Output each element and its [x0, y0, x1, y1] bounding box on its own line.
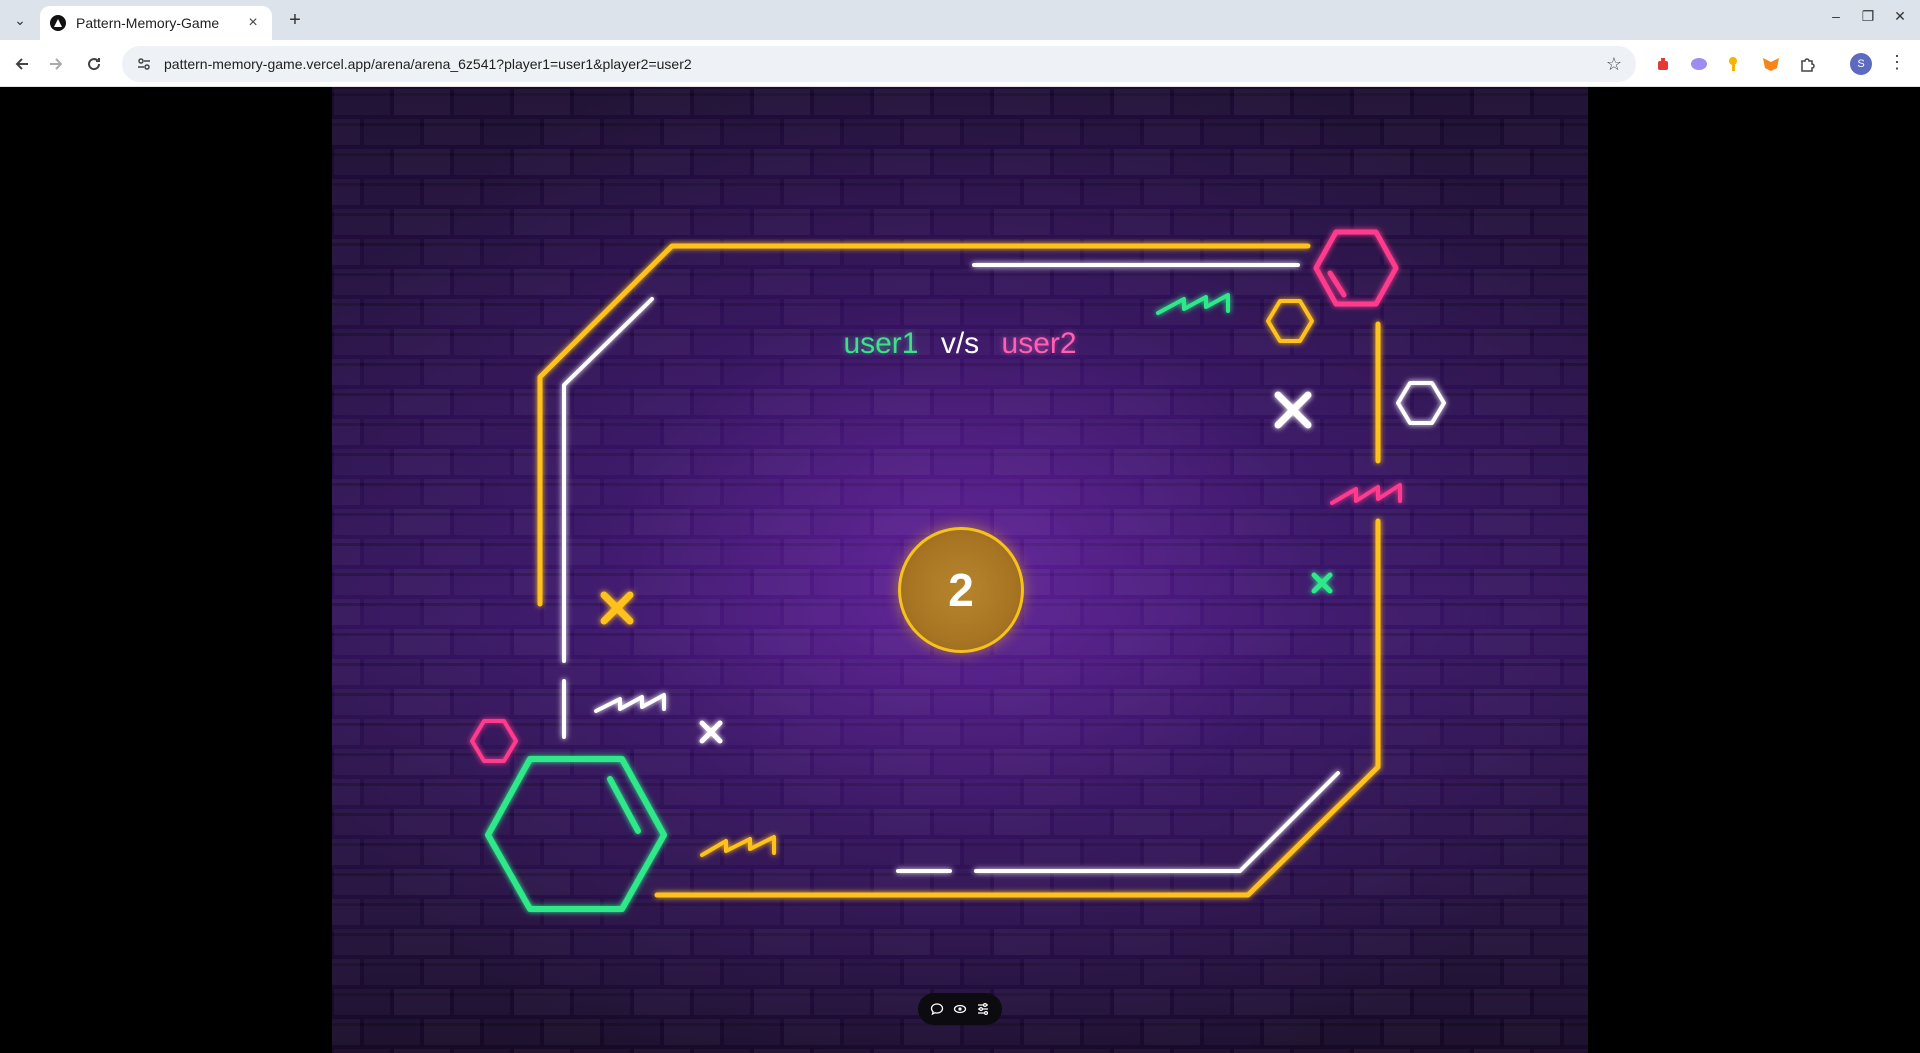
game-arena: user1 v/s user2 2	[332, 87, 1588, 1053]
browser-toolbar: pattern-memory-game.vercel.app/arena/are…	[0, 40, 1920, 87]
restore-icon[interactable]: ❐	[1856, 8, 1880, 25]
profile-avatar[interactable]: S	[1850, 53, 1872, 75]
close-window-icon[interactable]: ✕	[1888, 8, 1912, 25]
bottom-toolbar	[918, 993, 1002, 1025]
extension-key-icon[interactable]	[1724, 53, 1746, 75]
green-x-mark	[1311, 572, 1333, 594]
player2-name: user2	[1001, 327, 1077, 360]
pink-hexagon-large	[1313, 229, 1399, 307]
pink-zigzag	[1330, 483, 1402, 505]
extensions-puzzle-icon[interactable]	[1796, 53, 1818, 75]
site-info-icon[interactable]	[134, 54, 154, 74]
url-text: pattern-memory-game.vercel.app/arena/are…	[164, 56, 692, 72]
browser-tab-bar: ⌄ Pattern-Memory-Game × + – ❐ ✕	[0, 0, 1920, 40]
metamask-fox-icon[interactable]	[1760, 53, 1782, 75]
back-icon[interactable]	[10, 52, 34, 76]
extension-red-icon[interactable]	[1652, 53, 1674, 75]
settings-sliders-icon[interactable]	[974, 1000, 992, 1018]
white-x-small	[699, 720, 723, 744]
white-x-mark	[1274, 391, 1312, 429]
player-matchup: user1 v/s user2	[332, 327, 1588, 361]
yellow-x-mark	[600, 591, 634, 625]
white-hexagon	[1396, 381, 1446, 425]
extension-purple-icon[interactable]	[1688, 53, 1710, 75]
tab-close-icon[interactable]: ×	[244, 14, 262, 32]
eye-icon[interactable]	[951, 1000, 969, 1018]
white-line-left	[562, 297, 654, 739]
bookmark-star-icon[interactable]: ☆	[1606, 54, 1622, 75]
green-zigzag	[1156, 293, 1230, 315]
tab-search-icon[interactable]: ⌄	[8, 10, 32, 30]
versus-label: v/s	[940, 327, 980, 360]
reload-icon[interactable]	[82, 52, 106, 76]
forward-icon[interactable]	[44, 52, 68, 76]
tab-title: Pattern-Memory-Game	[76, 15, 220, 31]
browser-menu-icon[interactable]: ⋮	[1888, 52, 1906, 73]
countdown-timer: 2	[898, 527, 1024, 653]
comment-icon[interactable]	[928, 1000, 946, 1018]
pink-hexagon-small	[470, 719, 518, 763]
browser-tab[interactable]: Pattern-Memory-Game ×	[40, 6, 272, 40]
white-line-bottom	[896, 771, 1340, 873]
new-tab-button[interactable]: +	[283, 8, 307, 32]
vercel-favicon-icon	[50, 15, 66, 31]
minimize-icon[interactable]: –	[1824, 8, 1848, 24]
yellow-zigzag	[700, 835, 776, 857]
green-hexagon-large	[485, 756, 667, 912]
address-bar[interactable]: pattern-memory-game.vercel.app/arena/are…	[122, 46, 1636, 82]
player1-name: user1	[843, 327, 919, 360]
white-zigzag	[594, 693, 666, 713]
game-viewport: user1 v/s user2 2	[0, 87, 1920, 1053]
